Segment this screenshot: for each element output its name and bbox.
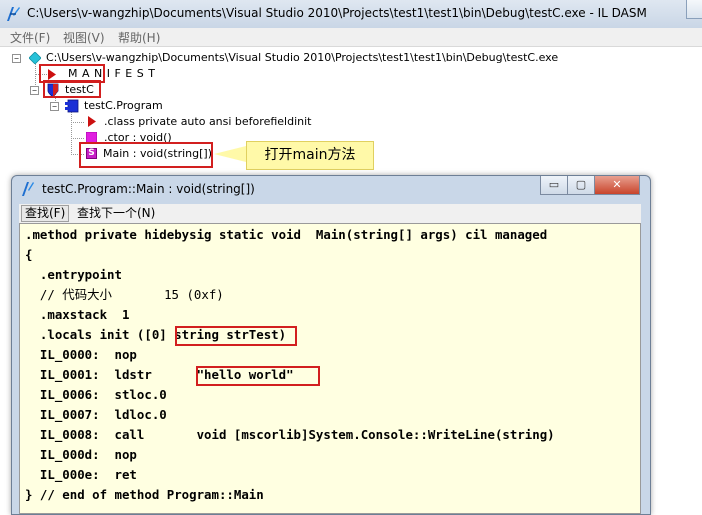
- highlight-local-var: [175, 326, 297, 346]
- find-next-button[interactable]: 查找下一个(N): [73, 205, 159, 222]
- code-line: IL_0000: nop: [25, 347, 137, 362]
- highlight-namespace: [43, 80, 101, 98]
- method-window-body: 查找(F) 查找下一个(N) .method private hidebysig…: [19, 204, 641, 514]
- code-line: .entrypoint: [25, 267, 122, 282]
- diamond-icon: [29, 52, 41, 64]
- close-button[interactable]: ✕: [594, 176, 640, 195]
- method-window-toolbar: 查找(F) 查找下一个(N): [19, 204, 641, 222]
- il-code-area[interactable]: .method private hidebysig static void Ma…: [19, 223, 641, 514]
- tree-class-label: testC.Program: [84, 99, 163, 112]
- tree-connector: [71, 109, 72, 155]
- highlight-ldstr-value: [196, 366, 320, 386]
- maximize-button[interactable]: ▢: [567, 176, 595, 195]
- code-line: IL_0007: ldloc.0: [25, 407, 167, 422]
- triangle-icon: [88, 116, 96, 127]
- il-dasm-icon: [22, 182, 34, 196]
- highlight-main-method: [79, 142, 213, 168]
- code-line: IL_0006: stloc.0: [25, 387, 167, 402]
- il-dasm-icon: [7, 7, 20, 21]
- menu-view[interactable]: 视图(V): [63, 29, 105, 46]
- code-line: } // end of method Program::Main: [25, 487, 264, 502]
- code-line: // 代码大小 15 (0xf): [25, 287, 224, 302]
- code-line: IL_000d: nop: [25, 447, 137, 462]
- menu-bar: 文件(F) 视图(V) 帮助(H): [0, 28, 702, 47]
- code-line: .method private hidebysig static void Ma…: [25, 227, 548, 242]
- tree-connector: [71, 138, 84, 139]
- code-line: IL_000e: ret: [25, 467, 137, 482]
- tree-class-decl-label: .class private auto ansi beforefieldinit: [104, 115, 312, 128]
- callout-open-main: 打开main方法: [246, 141, 374, 170]
- menu-file[interactable]: 文件(F): [10, 29, 50, 46]
- callout-arrow: [214, 146, 246, 162]
- menu-help[interactable]: 帮助(H): [118, 29, 160, 46]
- main-window-title: C:\Users\v-wangzhip\Documents\Visual Stu…: [27, 6, 647, 20]
- method-window-title: testC.Program::Main : void(string[]): [42, 182, 255, 196]
- main-titlebar[interactable]: C:\Users\v-wangzhip\Documents\Visual Stu…: [0, 0, 702, 29]
- minimize-button[interactable]: ▭: [540, 176, 568, 195]
- tree-connector: [71, 122, 84, 123]
- code-line: .maxstack 1: [25, 307, 130, 322]
- collapse-toggle[interactable]: −: [50, 102, 59, 111]
- collapse-toggle[interactable]: −: [30, 86, 39, 95]
- class-icon: [65, 99, 79, 113]
- collapse-toggle[interactable]: −: [12, 54, 21, 63]
- code-line: {: [25, 247, 33, 262]
- window-control-button[interactable]: [686, 0, 702, 19]
- find-button[interactable]: 查找(F): [21, 205, 70, 222]
- tree-root-label: C:\Users\v-wangzhip\Documents\Visual Stu…: [46, 51, 559, 64]
- method-view-window: testC.Program::Main : void(string[]) ▭ ▢…: [11, 175, 651, 515]
- code-line: IL_0008: call void [mscorlib]System.Cons…: [25, 427, 555, 442]
